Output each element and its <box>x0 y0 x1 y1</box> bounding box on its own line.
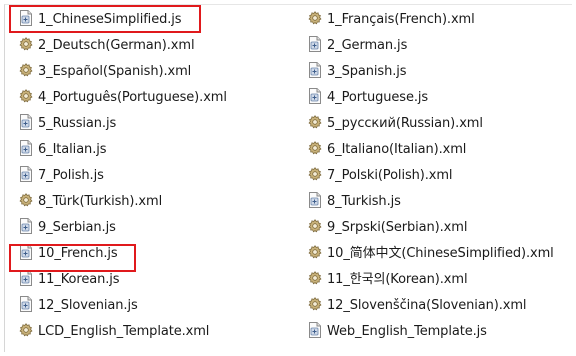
file-item[interactable]: LCD_English_Template.xml <box>19 319 227 345</box>
file-item[interactable]: 11_한국의(Korean).xml <box>308 267 554 293</box>
xml-gear-icon <box>308 11 322 29</box>
file-item[interactable]: 1_Français(French).xml <box>308 7 554 33</box>
file-name: 2_German.js <box>327 38 408 53</box>
js-script-icon <box>19 140 33 160</box>
file-item[interactable]: 10_French.js <box>19 241 227 267</box>
file-column-left: 1_ChineseSimplified.js 2_Deutsch(German)… <box>19 7 227 345</box>
file-name: 4_Portuguese.js <box>327 90 429 105</box>
file-name: Web_English_Template.js <box>327 324 487 339</box>
js-script-icon <box>19 166 33 186</box>
file-name: LCD_English_Template.xml <box>38 324 210 339</box>
xml-gear-icon <box>19 323 33 341</box>
xml-gear-icon <box>19 37 33 55</box>
file-name: 1_Français(French).xml <box>327 12 475 27</box>
js-script-icon <box>308 88 322 108</box>
file-name: 2_Deutsch(German).xml <box>38 38 195 53</box>
file-name: 4_Português(Portuguese).xml <box>38 90 227 105</box>
file-item[interactable]: 10_简体中文(ChineseSimplified).xml <box>308 241 554 267</box>
file-name: 9_Serbian.js <box>38 220 116 235</box>
file-item[interactable]: 12_Slovenian.js <box>19 293 227 319</box>
file-name: 3_Spanish.js <box>327 64 407 79</box>
file-name: 12_Slovenščina(Slovenian).xml <box>327 298 527 313</box>
js-script-icon <box>19 270 33 290</box>
file-item[interactable]: Web_English_Template.js <box>308 319 554 345</box>
js-script-icon <box>19 10 33 30</box>
js-script-icon <box>308 192 322 212</box>
file-list-pane: 1_ChineseSimplified.js 2_Deutsch(German)… <box>0 0 576 356</box>
file-item[interactable]: 2_Deutsch(German).xml <box>19 33 227 59</box>
file-item[interactable]: 5_русский(Russian).xml <box>308 111 554 137</box>
file-name: 5_Russian.js <box>38 116 117 131</box>
file-name: 7_Polski(Polish).xml <box>327 168 453 183</box>
file-item[interactable]: 4_Portuguese.js <box>308 85 554 111</box>
js-script-icon <box>19 218 33 238</box>
file-item[interactable]: 6_Italian.js <box>19 137 227 163</box>
file-item[interactable]: 4_Português(Portuguese).xml <box>19 85 227 111</box>
file-name: 7_Polish.js <box>38 168 104 183</box>
file-item[interactable]: 11_Korean.js <box>19 267 227 293</box>
file-item[interactable]: 9_Srpski(Serbian).xml <box>308 215 554 241</box>
xml-gear-icon <box>308 271 322 289</box>
file-item[interactable]: 9_Serbian.js <box>19 215 227 241</box>
xml-gear-icon <box>308 219 322 237</box>
file-name: 6_Italiano(Italian).xml <box>327 142 467 157</box>
file-name: 11_Korean.js <box>38 272 120 287</box>
file-name: 3_Español(Spanish).xml <box>38 64 192 79</box>
file-name: 5_русский(Russian).xml <box>327 116 483 131</box>
xml-gear-icon <box>19 89 33 107</box>
xml-gear-icon <box>19 193 33 211</box>
js-script-icon <box>19 244 33 264</box>
file-item[interactable]: 7_Polski(Polish).xml <box>308 163 554 189</box>
js-script-icon <box>19 296 33 316</box>
file-name: 9_Srpski(Serbian).xml <box>327 220 468 235</box>
file-column-right: 1_Français(French).xml 2_German.js 3_Spa… <box>308 7 554 345</box>
js-script-icon <box>308 322 322 342</box>
file-item[interactable]: 3_Spanish.js <box>308 59 554 85</box>
xml-gear-icon <box>308 115 322 133</box>
file-name: 12_Slovenian.js <box>38 298 138 313</box>
xml-gear-icon <box>19 63 33 81</box>
file-item[interactable]: 8_Türk(Turkish).xml <box>19 189 227 215</box>
file-name: 8_Türk(Turkish).xml <box>38 194 163 209</box>
file-name: 11_한국의(Korean).xml <box>327 272 468 287</box>
xml-gear-icon <box>308 297 322 315</box>
file-item[interactable]: 2_German.js <box>308 33 554 59</box>
file-item[interactable]: 5_Russian.js <box>19 111 227 137</box>
xml-gear-icon <box>308 167 322 185</box>
file-item[interactable]: 6_Italiano(Italian).xml <box>308 137 554 163</box>
file-item[interactable]: 8_Turkish.js <box>308 189 554 215</box>
file-name: 10_French.js <box>38 246 118 261</box>
file-item[interactable]: 7_Polish.js <box>19 163 227 189</box>
file-item[interactable]: 12_Slovenščina(Slovenian).xml <box>308 293 554 319</box>
file-name: 10_简体中文(ChineseSimplified).xml <box>327 246 554 261</box>
file-item[interactable]: 3_Español(Spanish).xml <box>19 59 227 85</box>
file-name: 8_Turkish.js <box>327 194 401 209</box>
xml-gear-icon <box>308 245 322 263</box>
js-script-icon <box>308 36 322 56</box>
file-name: 6_Italian.js <box>38 142 107 157</box>
file-item[interactable]: 1_ChineseSimplified.js <box>19 7 227 33</box>
xml-gear-icon <box>308 141 322 159</box>
file-name: 1_ChineseSimplified.js <box>38 12 182 27</box>
js-script-icon <box>308 62 322 82</box>
js-script-icon <box>19 114 33 134</box>
